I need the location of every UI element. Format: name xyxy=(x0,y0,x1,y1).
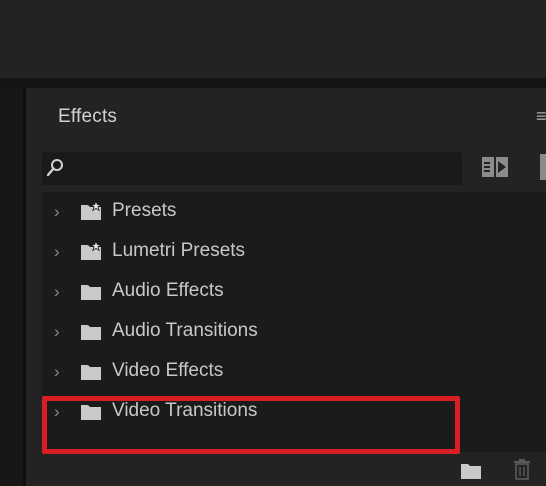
tree-item-label: Video Effects xyxy=(112,360,224,381)
new-bin-folder-icon[interactable] xyxy=(460,460,482,480)
star-folder-icon xyxy=(81,201,102,220)
chevron-right-icon[interactable]: › xyxy=(54,322,68,342)
effects-toolbar-button[interactable] xyxy=(540,154,546,180)
folder-icon xyxy=(81,365,101,380)
panel-menu-icon[interactable]: ≡ xyxy=(536,106,546,126)
chevron-right-icon[interactable]: › xyxy=(54,282,68,302)
panel-divider xyxy=(0,78,546,88)
folder-icon xyxy=(81,285,101,300)
left-panel-strip xyxy=(0,88,26,486)
tree-item-lumetri-presets[interactable]: › Lumetri Presets xyxy=(42,232,546,272)
chevron-right-icon[interactable]: › xyxy=(54,362,68,382)
tree-item-audio-transitions[interactable]: › Audio Transitions xyxy=(42,312,546,352)
chevron-right-icon[interactable]: › xyxy=(54,242,68,262)
panel-title: Effects xyxy=(58,106,118,127)
tree-item-label: Audio Transitions xyxy=(112,320,258,341)
tree-item-label: Presets xyxy=(112,200,177,221)
tree-item-label: Lumetri Presets xyxy=(112,240,246,261)
tree-item-audio-effects[interactable]: › Audio Effects xyxy=(42,272,546,312)
tree-item-label: Audio Effects xyxy=(112,280,224,301)
panel-footer xyxy=(42,452,546,486)
search-input[interactable] xyxy=(42,152,462,185)
chevron-right-icon[interactable]: › xyxy=(54,202,68,222)
highlight-box xyxy=(42,396,460,454)
star-folder-icon xyxy=(81,241,102,260)
trash-icon[interactable] xyxy=(512,458,532,480)
search-icon xyxy=(46,159,63,177)
tree-item-presets[interactable]: › Presets xyxy=(42,192,546,232)
top-panel-area xyxy=(0,0,546,78)
tree-item-video-effects[interactable]: › Video Effects xyxy=(42,352,546,392)
folder-icon xyxy=(81,325,101,340)
accelerated-effects-icon[interactable] xyxy=(481,154,509,180)
